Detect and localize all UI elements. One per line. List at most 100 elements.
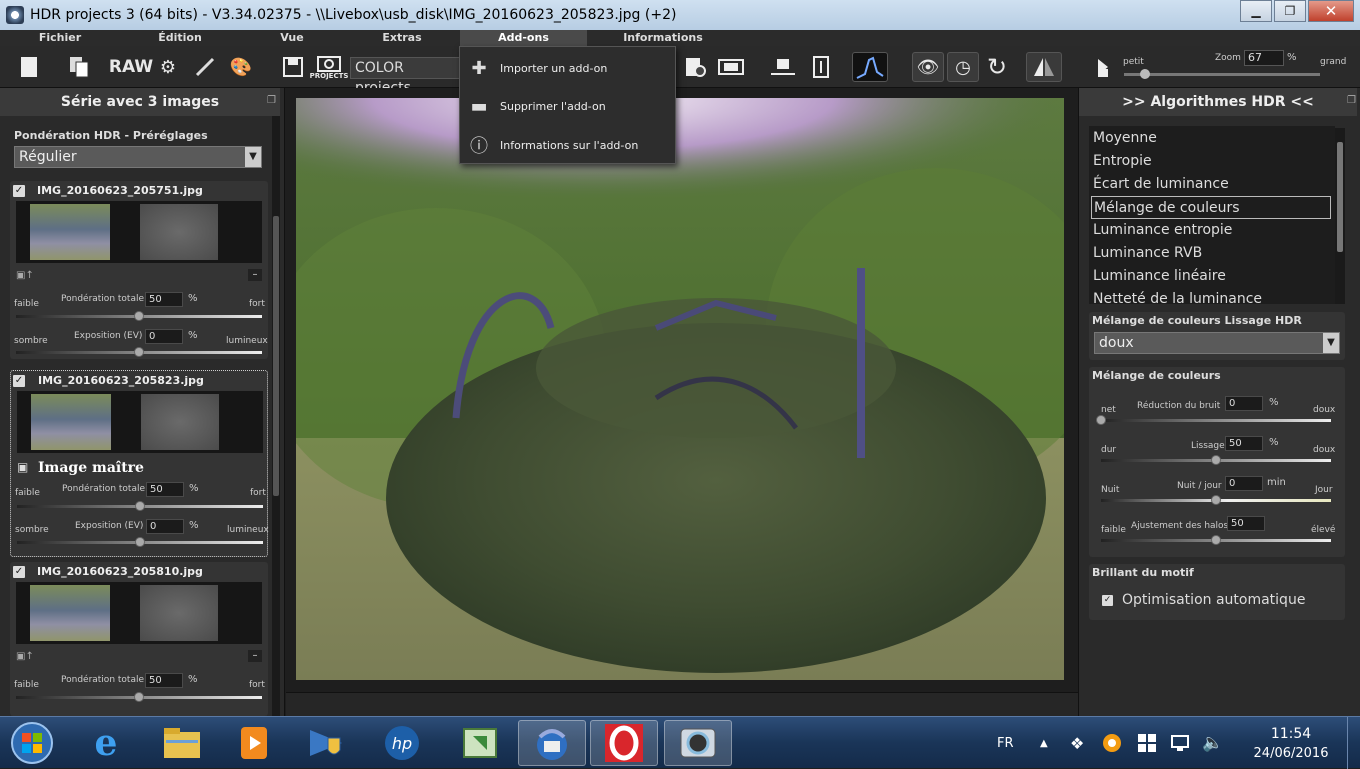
dropbox-icon[interactable]: ❖ <box>1070 717 1084 769</box>
hdr-projects-icon[interactable] <box>664 720 732 766</box>
preview-eye-icon[interactable]: 👁 <box>912 52 944 82</box>
image-2-weight-knob[interactable] <box>135 501 145 511</box>
set-master-icon[interactable]: ▣↑ <box>16 270 34 281</box>
raw-button[interactable]: RAW <box>109 52 153 82</box>
halo-adjustment-input[interactable]: 50 <box>1227 516 1265 531</box>
image-2-weight-input[interactable]: 50 <box>146 482 184 497</box>
windows-flag-icon[interactable] <box>1138 717 1156 769</box>
set-master-icon[interactable]: ▣↑ <box>16 651 34 662</box>
algorithm-item[interactable]: Entropie <box>1093 150 1333 173</box>
histogram-settings-icon[interactable] <box>806 52 836 82</box>
algorithm-list-scrollbar[interactable] <box>1335 128 1345 304</box>
addon-info-item[interactable]: ⓘ Informations sur l'add-on <box>460 126 675 164</box>
algorithm-item[interactable]: Luminance RVB <box>1093 242 1333 265</box>
image-3-weight-input[interactable]: 50 <box>145 673 183 688</box>
menu-informations[interactable]: Informations <box>615 30 711 46</box>
zoom-slider-knob[interactable] <box>1139 69 1150 79</box>
menu-addons[interactable]: Add-ons <box>460 30 587 46</box>
noise-reduction-knob[interactable] <box>1096 415 1106 425</box>
network-icon[interactable] <box>1170 717 1190 769</box>
image-3-weight-knob[interactable] <box>134 692 144 702</box>
thunderbird-icon[interactable] <box>518 720 586 766</box>
ie-icon[interactable]: e <box>72 720 140 766</box>
export-icon[interactable] <box>680 52 710 82</box>
clock[interactable]: 11:54 24/06/2016 <box>1248 717 1334 769</box>
left-panel-scroll-thumb[interactable] <box>273 216 279 496</box>
image-1-checkbox[interactable]: ✓ <box>13 185 25 197</box>
opera-icon[interactable] <box>590 720 658 766</box>
image-2-checkbox[interactable]: ✓ <box>13 375 25 387</box>
image-1-weight-input[interactable]: 50 <box>145 292 183 307</box>
sync-icon[interactable] <box>446 720 514 766</box>
volume-icon[interactable]: 🔈 <box>1202 717 1223 769</box>
image-3-thumbnail[interactable] <box>30 585 110 641</box>
close-button[interactable]: ✕ <box>1308 0 1354 22</box>
menu-extras[interactable]: Extras <box>372 30 432 46</box>
panel-float-icon[interactable]: ❐ <box>267 95 276 106</box>
menu-fichier[interactable]: Fichier <box>20 30 100 46</box>
menu-edition[interactable]: Édition <box>140 30 220 46</box>
image-1-weight-knob[interactable] <box>134 311 144 321</box>
algorithm-item[interactable]: Écart de luminance <box>1093 173 1333 196</box>
brush-icon[interactable] <box>190 52 220 82</box>
resize-icon[interactable] <box>766 52 800 82</box>
algorithm-item[interactable]: Luminance linéaire <box>1093 265 1333 288</box>
hdr-preview-image[interactable] <box>296 98 1064 680</box>
curve-icon[interactable] <box>852 52 888 82</box>
image-2-exposure-knob[interactable] <box>135 537 145 547</box>
smoothing-combo[interactable]: doux ▼ <box>1094 332 1340 354</box>
weighting-preset-combo[interactable]: Régulier ▼ <box>14 146 262 168</box>
new-file-icon[interactable] <box>14 52 44 82</box>
zoom-slider[interactable] <box>1124 73 1320 76</box>
panel-float-icon[interactable]: ❐ <box>1347 95 1356 106</box>
remove-addon-item[interactable]: ▬ Supprimer l'add-on <box>460 87 675 125</box>
night-day-input[interactable]: 0 <box>1225 476 1263 491</box>
start-orb-icon[interactable] <box>4 720 60 766</box>
show-desktop-button[interactable] <box>1347 717 1360 769</box>
compare-icon[interactable] <box>1026 52 1062 82</box>
language-indicator[interactable]: FR <box>997 717 1014 769</box>
avast-icon[interactable] <box>1102 717 1122 769</box>
filmstrip-icon[interactable] <box>714 52 748 82</box>
halo-adjustment-knob[interactable] <box>1211 535 1221 545</box>
algorithm-list-scroll-thumb[interactable] <box>1337 142 1343 252</box>
image-1-thumbnail[interactable] <box>30 204 110 260</box>
palette-icon[interactable]: 🎨 <box>226 52 256 82</box>
image-2-exposure-input[interactable]: 0 <box>146 519 184 534</box>
smoothing-knob[interactable] <box>1211 455 1221 465</box>
noise-reduction-slider[interactable] <box>1101 419 1331 422</box>
image-1-exposure-input[interactable]: 0 <box>145 329 183 344</box>
auto-optimization-checkbox[interactable]: ✓ <box>1102 595 1113 606</box>
tray-expand-icon[interactable]: ▲ <box>1040 717 1048 769</box>
projects-button[interactable]: PROJECTS <box>310 52 348 82</box>
smoothing-input[interactable]: 50 <box>1225 436 1263 451</box>
control-panel-icon[interactable] <box>292 720 360 766</box>
night-day-knob[interactable] <box>1211 495 1221 505</box>
noise-reduction-input[interactable]: 0 <box>1225 396 1263 411</box>
algorithm-item[interactable]: Luminance entropie <box>1093 219 1333 242</box>
explorer-icon[interactable] <box>148 720 216 766</box>
remove-image-3-button[interactable]: – <box>248 650 262 662</box>
algorithm-item-selected[interactable]: Mélange de couleurs <box>1091 196 1331 219</box>
menu-vue[interactable]: Vue <box>262 30 322 46</box>
image-1-exposure-knob[interactable] <box>134 347 144 357</box>
import-addon-item[interactable]: ✚ Importer un add-on <box>460 49 675 87</box>
minimize-button[interactable]: ▁ <box>1240 0 1272 22</box>
media-player-icon[interactable] <box>220 720 288 766</box>
image-3-checkbox[interactable]: ✓ <box>13 566 25 578</box>
history-clock-icon[interactable]: ◷ <box>947 52 979 82</box>
algorithm-item[interactable]: Netteté de la luminance <box>1093 288 1333 304</box>
fit-view-icon[interactable] <box>1090 52 1120 82</box>
save-icon[interactable] <box>278 52 308 82</box>
preset-combo[interactable]: COLOR projects <box>350 57 460 96</box>
remove-image-1-button[interactable]: – <box>248 269 262 281</box>
left-panel-scrollbar[interactable] <box>272 116 280 716</box>
copy-icon[interactable] <box>64 52 94 82</box>
image-2-thumbnail[interactable] <box>31 394 111 450</box>
zoom-input[interactable]: 67 <box>1244 50 1284 66</box>
algorithm-item[interactable]: Moyenne <box>1093 127 1333 150</box>
hp-icon[interactable]: hp <box>368 720 436 766</box>
redo-icon[interactable]: ↻ <box>982 52 1012 82</box>
maximize-button[interactable]: ❐ <box>1274 0 1306 22</box>
batch-settings-icon[interactable]: ⚙ <box>153 52 183 82</box>
